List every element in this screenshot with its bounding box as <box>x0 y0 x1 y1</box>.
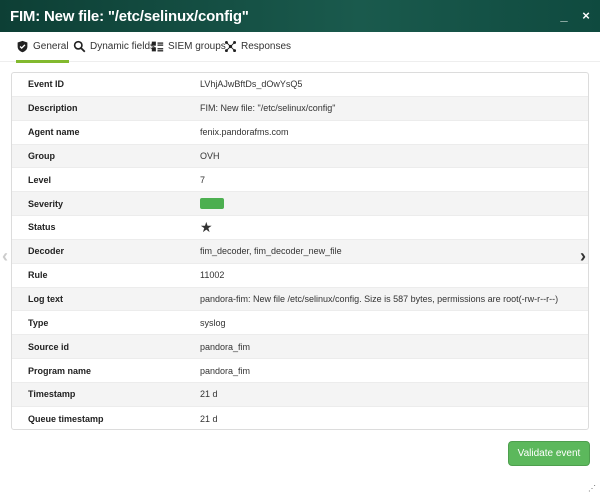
network-icon <box>224 40 237 53</box>
detail-label: Description <box>28 103 78 114</box>
detail-label: Source id <box>28 341 70 352</box>
detail-value: 21 d <box>200 389 218 400</box>
detail-row-description: Description FIM: New file: "/etc/selinux/… <box>12 96 588 121</box>
detail-label: Level <box>28 174 52 185</box>
detail-row-severity: Severity <box>12 192 588 217</box>
detail-value: pandora-fim: New file /etc/selinux/confi… <box>200 294 559 305</box>
detail-label: Status <box>28 222 56 233</box>
tab-label: Responses <box>241 41 292 52</box>
star-icon: ★ <box>200 219 213 236</box>
detail-row-type: Type syslog <box>12 311 588 336</box>
detail-value: pandora_fim <box>200 341 251 352</box>
detail-row-queue-timestamp: Queue timestamp 21 d <box>12 407 588 429</box>
detail-row-program-name: Program name pandora_fim <box>12 359 588 383</box>
resize-handle-icon[interactable]: ⋰ <box>588 484 596 493</box>
event-details-table: Event ID LVhjAJwBftDs_dOwYsQ5 Description… <box>11 72 589 430</box>
tab-bar: General Dynamic fields SIEM groups Respo… <box>0 32 600 63</box>
detail-value: 21 d <box>200 413 218 424</box>
tab-dynamic-fields[interactable]: Dynamic fields <box>73 39 155 61</box>
detail-value: 7 <box>200 174 206 185</box>
detail-value: OVH <box>200 150 220 161</box>
tab-label: SIEM groups <box>168 41 226 52</box>
detail-row-level: Level 7 <box>12 168 588 193</box>
detail-value: pandora_fim <box>200 365 251 376</box>
detail-label: Agent name <box>28 127 80 138</box>
detail-row-status: Status ★ <box>12 216 588 240</box>
magnifier-icon <box>73 40 86 53</box>
detail-label: Log text <box>28 294 63 305</box>
tab-label: General <box>33 41 69 52</box>
detail-value: syslog <box>200 317 226 328</box>
tab-general[interactable]: General <box>16 39 69 63</box>
detail-row-source-id: Source id pandora_fim <box>12 335 588 360</box>
detail-row-event-id: Event ID LVhjAJwBftDs_dOwYsQ5 <box>12 73 588 97</box>
close-button[interactable]: × <box>580 7 592 23</box>
previous-event-arrow-icon[interactable]: ‹ <box>2 246 8 267</box>
detail-label: Severity <box>28 198 64 209</box>
validate-event-button[interactable]: Validate event <box>508 441 590 466</box>
detail-label: Event ID <box>28 79 65 90</box>
detail-label: Queue timestamp <box>28 413 104 424</box>
detail-value: LVhjAJwBftDs_dOwYsQ5 <box>200 79 303 90</box>
next-event-arrow-icon[interactable]: › <box>580 246 586 267</box>
detail-label: Decoder <box>28 246 65 257</box>
detail-value: fim_decoder, fim_decoder_new_file <box>200 246 342 257</box>
detail-label: Timestamp <box>28 389 76 400</box>
tab-siem-groups[interactable]: SIEM groups <box>151 39 226 61</box>
grid-list-icon <box>151 41 164 52</box>
tab-label: Dynamic fields <box>90 41 156 52</box>
detail-row-timestamp: Timestamp 21 d <box>12 382 588 407</box>
active-tab-indicator <box>16 60 69 63</box>
detail-row-log-text: Log text pandora-fim: New file /etc/selin… <box>12 287 588 312</box>
detail-row-agent-name: Agent name fenix.pandorafms.com <box>12 121 588 145</box>
dialog-title: FIM: New file: "/etc/selinux/config" <box>10 7 249 25</box>
detail-value: fenix.pandorafms.com <box>200 127 289 138</box>
dialog-titlebar: FIM: New file: "/etc/selinux/config" _ × <box>0 0 600 32</box>
detail-label: Program name <box>28 365 92 376</box>
detail-value: 11002 <box>200 270 225 281</box>
minimize-button[interactable]: _ <box>558 7 570 23</box>
detail-label: Rule <box>28 270 48 281</box>
detail-label: Type <box>28 317 49 328</box>
detail-row-decoder: Decoder fim_decoder, fim_decoder_new_file <box>12 239 588 264</box>
severity-badge <box>200 198 224 210</box>
detail-value: FIM: New file: "/etc/selinux/config" <box>200 103 336 114</box>
detail-row-group: Group OVH <box>12 144 588 169</box>
detail-row-rule: Rule 11002 <box>12 264 588 288</box>
detail-label: Group <box>28 150 55 161</box>
tab-responses[interactable]: Responses <box>224 39 291 61</box>
shield-icon <box>17 40 28 53</box>
